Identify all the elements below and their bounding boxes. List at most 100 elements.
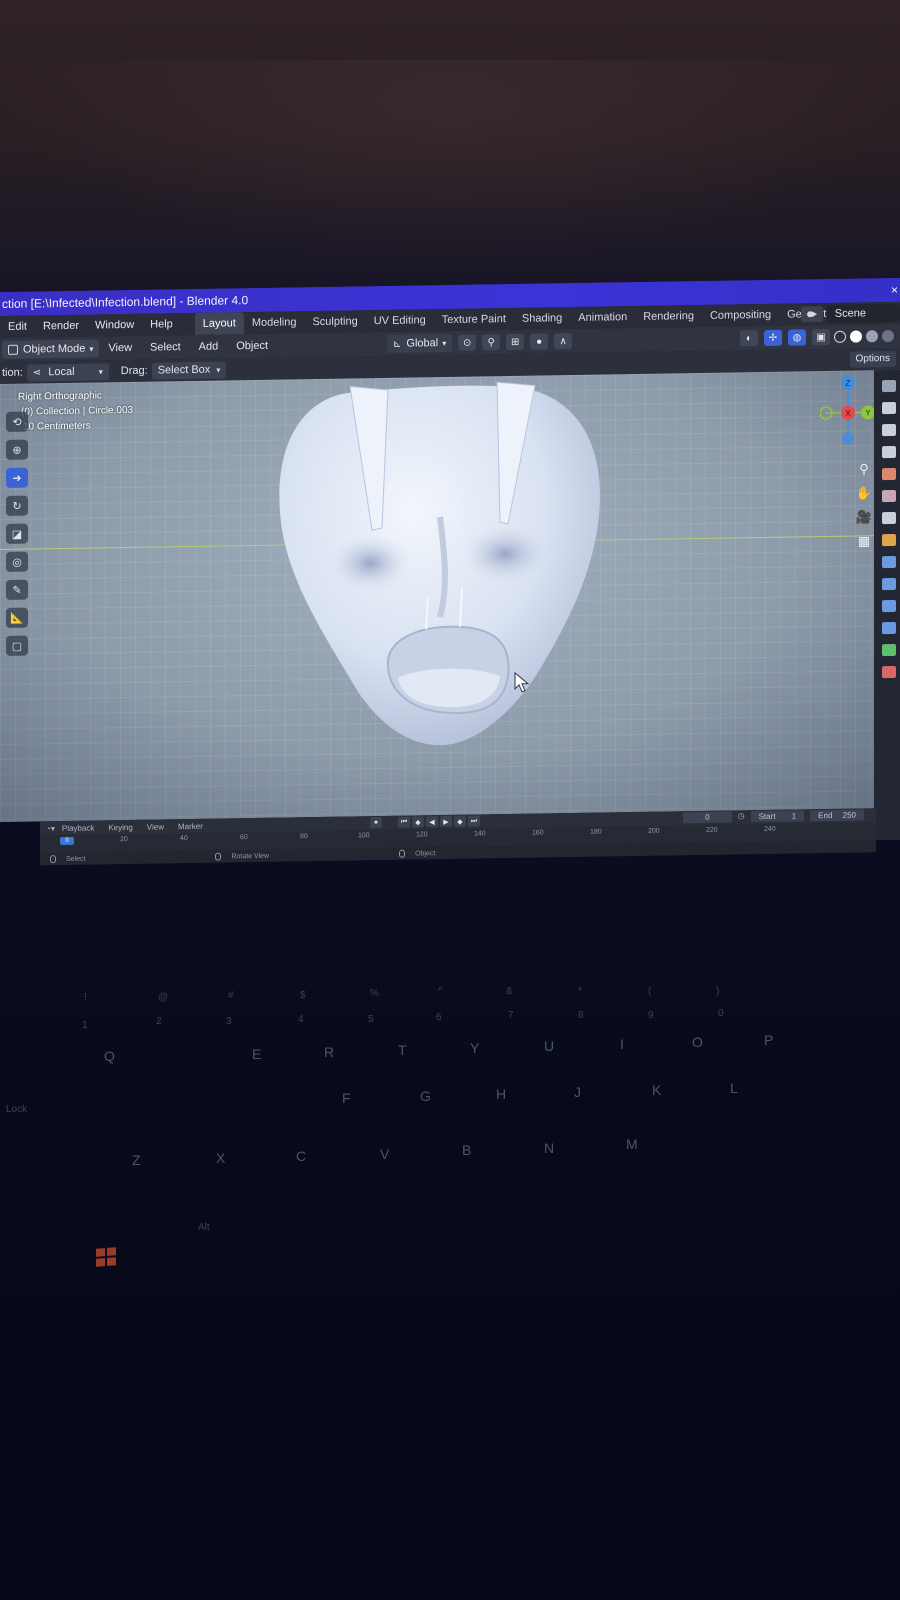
- scene-icon[interactable]: [800, 306, 823, 323]
- tick-label: 220: [706, 826, 718, 834]
- collection-properties-icon[interactable]: [882, 511, 896, 525]
- wireframe-shading-icon[interactable]: [834, 330, 846, 343]
- tab-texture-paint[interactable]: Texture Paint: [434, 308, 514, 331]
- play-icon[interactable]: ▶: [440, 815, 452, 828]
- annotate-tool-icon[interactable]: ✎: [6, 579, 28, 600]
- playhead[interactable]: 0: [60, 836, 74, 846]
- scene-name-field[interactable]: Scene: [826, 303, 900, 324]
- menu-edit[interactable]: Edit: [0, 315, 35, 338]
- physics-properties-icon[interactable]: [882, 599, 896, 613]
- jump-end-icon[interactable]: ⏭: [468, 815, 480, 827]
- window-title: ction [E:\Infected\Infection.blend] - Bl…: [2, 293, 249, 311]
- menu-object[interactable]: Object: [227, 340, 277, 353]
- menu-view[interactable]: View: [99, 342, 141, 355]
- tab-rendering[interactable]: Rendering: [635, 305, 702, 328]
- measure-tool-icon[interactable]: 📐: [6, 607, 28, 628]
- pivot-label: tion:: [2, 366, 23, 379]
- menu-playback[interactable]: Playback: [55, 823, 101, 833]
- end-frame-field[interactable]: End 250: [810, 809, 864, 822]
- menu-render[interactable]: Render: [35, 315, 87, 338]
- jump-start-icon[interactable]: ⏮: [398, 816, 410, 828]
- tab-layout[interactable]: Layout: [194, 312, 244, 335]
- options-button[interactable]: Options: [849, 350, 896, 368]
- tab-sculpting[interactable]: Sculpting: [304, 310, 365, 333]
- next-keyframe-icon[interactable]: ◆: [454, 815, 466, 827]
- clock-icon[interactable]: ◷: [738, 811, 745, 822]
- xray-icon[interactable]: ▣: [812, 328, 830, 346]
- head-mesh[interactable]: [0, 370, 900, 822]
- snap-icon[interactable]: ⚲: [482, 334, 501, 351]
- tab-modeling[interactable]: Modeling: [244, 311, 305, 334]
- tweak-tool-icon[interactable]: ⟲: [6, 411, 28, 432]
- object-properties-icon[interactable]: [882, 533, 896, 547]
- pivot-point-icon[interactable]: ⊙: [458, 334, 477, 351]
- menu-add[interactable]: Add: [190, 340, 228, 353]
- start-frame-field[interactable]: Start 1: [750, 810, 805, 823]
- play-reverse-icon[interactable]: ◀: [426, 816, 438, 828]
- constraints-properties-icon[interactable]: [882, 621, 896, 635]
- key-number: 3: [226, 1016, 232, 1027]
- drag-dropdown[interactable]: Select Box ▾: [151, 360, 227, 380]
- render-properties-icon[interactable]: [882, 401, 896, 415]
- key-t: T: [398, 1042, 407, 1058]
- particles-properties-icon[interactable]: [882, 577, 896, 591]
- status-select: Select: [40, 855, 85, 864]
- zoom-icon[interactable]: ⚲: [855, 460, 873, 478]
- mouse-right-icon: [399, 849, 406, 858]
- rendered-shading-icon[interactable]: [882, 329, 894, 343]
- rotate-tool-icon[interactable]: ↻: [6, 495, 28, 516]
- tool-shelf: ⟲ ⊕ ➜ ↻ ◪ ◎ ✎ 📐 ▢: [0, 389, 44, 656]
- world-properties-icon[interactable]: [882, 489, 896, 503]
- neg-z-axis-icon[interactable]: [842, 432, 854, 445]
- menu-window[interactable]: Window: [87, 314, 142, 337]
- perspective-grid-icon[interactable]: ▦: [855, 532, 873, 550]
- transform-orientation-dropdown[interactable]: ⊾ Global ▾: [387, 333, 453, 353]
- tab-compositing[interactable]: Compositing: [702, 304, 779, 327]
- prev-keyframe-icon[interactable]: ◆: [412, 816, 424, 828]
- overlay-toggle-icon[interactable]: ◍: [788, 329, 806, 346]
- x-axis-label: X: [845, 409, 851, 418]
- tool-properties-icon[interactable]: [882, 379, 896, 393]
- view-layer-properties-icon[interactable]: [882, 445, 896, 459]
- pan-hand-icon[interactable]: ✋: [855, 484, 873, 502]
- pivot-dropdown[interactable]: ⋖ Local ▾: [26, 362, 109, 382]
- material-properties-icon[interactable]: [882, 665, 896, 679]
- key-symbol: *: [578, 986, 582, 997]
- snap-target-icon[interactable]: ⊞: [506, 333, 525, 351]
- tab-animation[interactable]: Animation: [570, 306, 635, 329]
- tick-label: 160: [532, 829, 544, 837]
- menu-timeline-view[interactable]: View: [140, 822, 171, 831]
- camera-view-icon[interactable]: 🎥: [855, 508, 873, 526]
- add-cube-tool-icon[interactable]: ▢: [6, 635, 28, 656]
- data-properties-icon[interactable]: [882, 643, 896, 657]
- gizmo-toggle-icon[interactable]: ✢: [764, 329, 782, 346]
- menu-help[interactable]: Help: [142, 313, 181, 336]
- chevron-down-icon: ▾: [98, 366, 103, 376]
- record-icon[interactable]: ●: [370, 816, 382, 829]
- material-shading-icon[interactable]: [866, 330, 878, 343]
- key-symbol: &: [506, 986, 513, 997]
- modifier-properties-icon[interactable]: [882, 555, 896, 569]
- solid-shading-icon[interactable]: [850, 330, 862, 343]
- 3d-viewport[interactable]: Right Orthographic (0) Collection | Circ…: [0, 369, 900, 822]
- visibility-icon[interactable]: ◐: [740, 330, 758, 347]
- scale-tool-icon[interactable]: ◪: [6, 523, 28, 544]
- key-symbol: %: [370, 988, 379, 999]
- transform-tool-icon[interactable]: ◎: [6, 551, 28, 572]
- editor-type-icon[interactable]: ◔▾: [46, 824, 55, 833]
- menu-marker[interactable]: Marker: [171, 821, 210, 831]
- tab-uv-editing[interactable]: UV Editing: [366, 309, 434, 332]
- falloff-icon[interactable]: ∧: [554, 333, 573, 350]
- menu-keying[interactable]: Keying: [101, 822, 139, 832]
- tab-shading[interactable]: Shading: [514, 307, 570, 330]
- move-tool-icon[interactable]: ➜: [6, 467, 28, 488]
- object-mode-dropdown[interactable]: Object Mode ▾: [2, 339, 100, 359]
- cursor-tool-icon[interactable]: ⊕: [6, 439, 28, 460]
- proportional-edit-icon[interactable]: ●: [530, 333, 549, 350]
- current-frame-field[interactable]: 0: [683, 811, 732, 824]
- key-symbol: $: [300, 990, 306, 1001]
- output-properties-icon[interactable]: [882, 423, 896, 437]
- scene-properties-icon[interactable]: [882, 467, 896, 481]
- close-icon[interactable]: ×: [891, 278, 898, 302]
- menu-select[interactable]: Select: [141, 341, 190, 354]
